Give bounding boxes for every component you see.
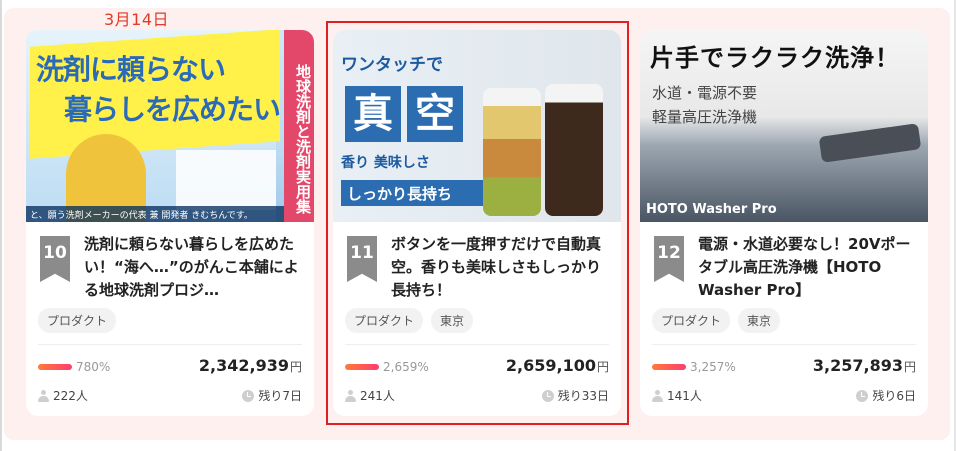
remaining-value: 残り6日 xyxy=(872,389,916,403)
project-thumbnail[interactable]: 洗剤に頼らない 暮らしを広めたい！ 地球洗剤と洗剤実用集 と、願う洗剤メーカーの… xyxy=(26,30,314,222)
project-card-10[interactable]: 洗剤に頼らない 暮らしを広めたい！ 地球洗剤と洗剤実用集 と、願う洗剤メーカーの… xyxy=(26,30,314,416)
supporters-value: 222人 xyxy=(53,389,88,403)
amount-value: 2,342,939 xyxy=(198,356,289,375)
remaining-days: 残り7日 xyxy=(242,387,302,404)
remaining-days: 残り6日 xyxy=(856,387,916,404)
thumbnail-text: 水道・電源不要 xyxy=(652,84,758,102)
divider xyxy=(652,344,916,345)
project-title[interactable]: 洗剤に頼らない暮らしを広めたい！“海へ…”のがんこ本舗による地球洗剤プロジ… xyxy=(84,233,304,302)
currency-label: 円 xyxy=(289,360,302,374)
remaining-value: 残り7日 xyxy=(258,389,302,403)
thumbnail-text: 暮らしを広めたい！ xyxy=(64,93,308,126)
thumbnail-caption: と、願う洗剤メーカーの代表 兼 開発者 きむちんです。 xyxy=(26,206,284,222)
tag-list: プロダクト 東京 xyxy=(652,308,781,333)
thumbnail-text: HOTO Washer Pro xyxy=(646,202,777,217)
date-label: 3月14日 xyxy=(104,10,170,29)
tag-list: プロダクト xyxy=(38,308,117,333)
supporters-count: 222人 xyxy=(38,387,88,404)
tag-product[interactable]: プロダクト xyxy=(38,308,117,333)
tag-location[interactable]: 東京 xyxy=(738,308,781,333)
project-title[interactable]: 電源・水道必要なし！20Vポータブル高圧洗浄機【HOTO Washer Pro】 xyxy=(698,233,918,302)
amount-value: 3,257,893 xyxy=(812,356,903,375)
thumbnail-text: 洗剤に頼らない xyxy=(36,53,226,86)
project-thumbnail[interactable]: 片手でラクラク洗浄！ 水道・電源不要 軽量高圧洗浄機 HOTO Washer P… xyxy=(640,30,928,222)
washer-image xyxy=(818,123,922,163)
funding-amount: 2,342,939円 xyxy=(199,356,302,375)
thumbnail-text: 軽量高圧洗浄機 xyxy=(652,108,758,126)
person-icon xyxy=(652,389,663,402)
rank-badge: 12 xyxy=(654,236,684,282)
funding-percent: 3,257% xyxy=(690,360,736,374)
funding-amount: 3,257,893円 xyxy=(813,356,916,375)
clock-icon xyxy=(856,389,869,402)
progress-bar xyxy=(652,364,686,370)
thumbnail-text: 片手でラクラク洗浄！ xyxy=(650,44,900,72)
supporters-value: 141人 xyxy=(667,389,702,403)
rank-badge: 10 xyxy=(40,236,70,282)
thumbnail-products xyxy=(176,150,276,210)
progress-bar xyxy=(38,364,72,370)
person-icon xyxy=(38,389,49,402)
project-card-12[interactable]: 片手でラクラク洗浄！ 水道・電源不要 軽量高圧洗浄機 HOTO Washer P… xyxy=(640,30,928,416)
tag-product[interactable]: プロダクト xyxy=(652,308,731,333)
currency-label: 円 xyxy=(903,360,916,374)
thumbnail-side-text: 地球洗剤と洗剤実用集 xyxy=(284,30,314,222)
supporters-count: 141人 xyxy=(652,387,702,404)
clock-icon xyxy=(242,389,255,402)
highlight-box xyxy=(326,21,629,425)
divider xyxy=(38,344,302,345)
funding-percent: 780% xyxy=(76,360,111,374)
